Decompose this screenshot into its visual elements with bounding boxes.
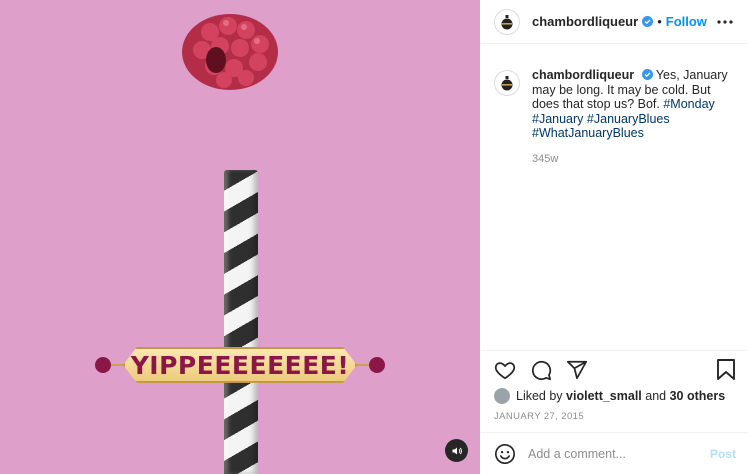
caption: chambordliqueur Yes, January may be long… [494,68,740,166]
banner-dot-right [369,357,385,373]
likes-conjunction: and [645,389,667,403]
hashtag-januaryblues[interactable]: #JanuaryBlues [587,112,670,126]
comment-icon[interactable] [530,359,552,381]
caption-time-ago[interactable]: 345w [532,152,740,167]
comment-bar: Post [480,432,748,474]
sound-toggle-button[interactable] [445,439,468,462]
caption-avatar[interactable] [494,70,520,96]
post-panel: chambordliqueur • Follow chambordliqueur… [480,0,748,474]
action-icons [494,359,588,381]
smiley-icon[interactable] [494,443,516,465]
comment-input[interactable] [528,446,710,461]
likes-others-link[interactable]: 30 others [670,389,726,403]
hashtag-january[interactable]: #January [532,112,583,126]
header-username[interactable]: chambordliqueur [532,14,638,29]
likes-summary: Liked by violett_small and 30 others [494,388,725,404]
caption-body: chambordliqueur Yes, January may be long… [532,68,740,166]
dot-separator: • [657,14,662,29]
post-header: chambordliqueur • Follow [480,0,748,44]
post-media[interactable]: YIPPEEEEEEEE! [0,0,480,474]
speaker-icon [452,447,462,454]
likes-prefix: Liked by [516,389,563,403]
liker-avatar[interactable] [494,388,510,404]
post-date[interactable]: JANUARY 27, 2015 [494,411,584,422]
chambord-bottle-icon [501,14,513,29]
bookmark-icon[interactable] [716,359,736,381]
more-dots-icon[interactable] [716,13,734,31]
yippee-banner: YIPPEEEEEEEE! [95,345,385,385]
banner-plate: YIPPEEEEEEEE! [123,347,357,383]
chambord-bottle-icon [501,76,513,91]
striped-straw [224,170,258,474]
post-comment-button[interactable]: Post [710,447,736,461]
send-icon[interactable] [566,359,588,381]
verified-badge-icon [641,69,653,80]
raspberry-image [182,14,278,90]
caption-username[interactable]: chambordliqueur [532,68,634,82]
heart-icon[interactable] [494,359,516,381]
liker-username[interactable]: violett_small [566,389,642,403]
action-bar [480,350,748,381]
follow-button[interactable]: Follow [666,14,707,29]
hashtag-whatjanuaryblues[interactable]: #WhatJanuaryBlues [532,126,644,140]
banner-text: YIPPEEEEEEEE! [130,350,350,380]
hashtag-monday[interactable]: #Monday [663,97,714,111]
verified-badge-icon [642,16,654,27]
avatar[interactable] [494,8,520,35]
banner-dot-left [95,357,111,373]
